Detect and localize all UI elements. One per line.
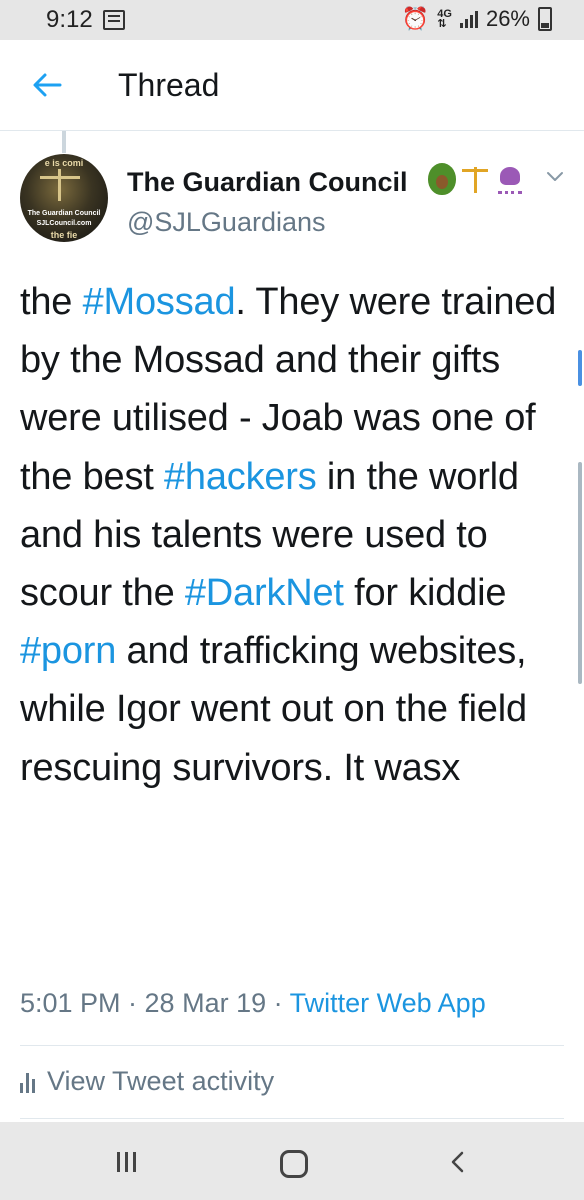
signal-icon (459, 10, 478, 28)
battery-percent: 26% (485, 6, 530, 31)
system-nav-bar (0, 1122, 584, 1200)
hashtag-link[interactable]: #porn (20, 630, 116, 672)
thread-connector-line (62, 131, 66, 153)
hashtag-link[interactable]: #DarkNet (185, 572, 344, 614)
status-icons: ⏰ 4G ⇅ 26% (402, 6, 552, 32)
message-icon (103, 10, 125, 30)
tweet-text-segment: the (20, 281, 83, 323)
bar-chart-icon (20, 1071, 35, 1093)
activity-label: View Tweet activity (47, 1066, 275, 1096)
back-icon[interactable] (446, 1150, 470, 1174)
scroll-indicator (578, 350, 582, 386)
tweet-timestamp: 5:01 PM · 28 Mar 19 · (20, 988, 290, 1018)
avatar-text-site: SJLCouncil.com (36, 220, 92, 227)
page-title: Thread (118, 67, 220, 103)
divider (20, 1045, 564, 1046)
status-time: 9:12 (46, 6, 93, 33)
scales-icon (460, 163, 490, 195)
app-header: Thread (0, 40, 584, 131)
display-name[interactable]: The Guardian Council (127, 167, 408, 198)
tweet-text: the #Mossad. They were trained by the Mo… (20, 273, 572, 797)
hashtag-link[interactable]: #hackers (164, 456, 317, 498)
alarm-icon: ⏰ (401, 6, 430, 31)
scrollbar[interactable] (578, 462, 582, 684)
tweet-meta: 5:01 PM · 28 Mar 19 · Twitter Web App (20, 988, 486, 1019)
tweet-text-segment: for kiddie (343, 572, 507, 615)
arrow-left-icon[interactable] (30, 68, 64, 102)
battery-icon (538, 7, 552, 31)
avatar[interactable]: e is comi The Guardian Council SJLCounci… (20, 154, 108, 242)
octopus-icon (494, 163, 524, 195)
view-activity-button[interactable]: View Tweet activity (20, 1066, 274, 1097)
scales-icon (40, 169, 80, 205)
avatar-text-org: The Guardian Council (27, 210, 101, 217)
avocado-icon (428, 163, 456, 195)
data-arrows-icon: 4G ⇅ (437, 8, 452, 30)
name-emojis (428, 163, 524, 195)
source-app-link[interactable]: Twitter Web App (290, 988, 486, 1018)
recent-apps-icon[interactable] (117, 1152, 136, 1172)
status-bar: 9:12 ⏰ 4G ⇅ 26% (0, 0, 584, 40)
avatar-text-top: e is comi (44, 158, 84, 168)
chevron-down-icon[interactable] (545, 167, 565, 187)
user-handle[interactable]: @SJLGuardians (127, 207, 326, 238)
divider (20, 1118, 564, 1119)
avatar-text-bottom: the fie (50, 230, 78, 240)
hashtag-link[interactable]: #Mossad (83, 281, 236, 323)
home-icon[interactable] (280, 1150, 308, 1178)
